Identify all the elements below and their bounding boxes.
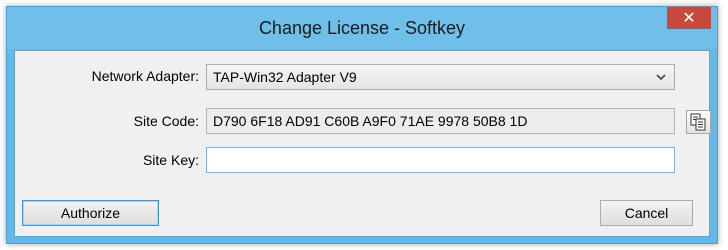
close-icon: ✕ [682, 8, 696, 27]
dialog-body: Network Adapter: TAP-Win32 Adapter V9 Si… [14, 50, 711, 237]
authorize-button[interactable]: Authorize [22, 200, 159, 226]
site-key-input[interactable] [206, 147, 675, 173]
cancel-button[interactable]: Cancel [600, 200, 693, 226]
title-bar[interactable]: Change License - Softkey ✕ [7, 7, 717, 49]
chevron-down-icon[interactable] [654, 66, 668, 88]
copy-site-code-button[interactable] [686, 110, 711, 134]
network-adapter-value: TAP-Win32 Adapter V9 [213, 69, 357, 85]
dialog-window: Change License - Softkey ✕ Network Adapt… [6, 6, 718, 244]
site-code-label: Site Code: [133, 113, 199, 129]
close-button[interactable]: ✕ [667, 7, 711, 29]
site-code-value: D790 6F18 AD91 C60B A9F0 71AE 9978 50B8 … [213, 113, 528, 129]
site-key-label: Site Key: [142, 152, 199, 168]
network-adapter-label: Network Adapter: [91, 68, 199, 84]
window-title: Change License - Softkey [258, 18, 466, 38]
site-code-field[interactable]: D790 6F18 AD91 C60B A9F0 71AE 9978 50B8 … [206, 108, 675, 134]
copy-icon [690, 113, 706, 131]
network-adapter-select[interactable]: TAP-Win32 Adapter V9 [206, 64, 675, 90]
